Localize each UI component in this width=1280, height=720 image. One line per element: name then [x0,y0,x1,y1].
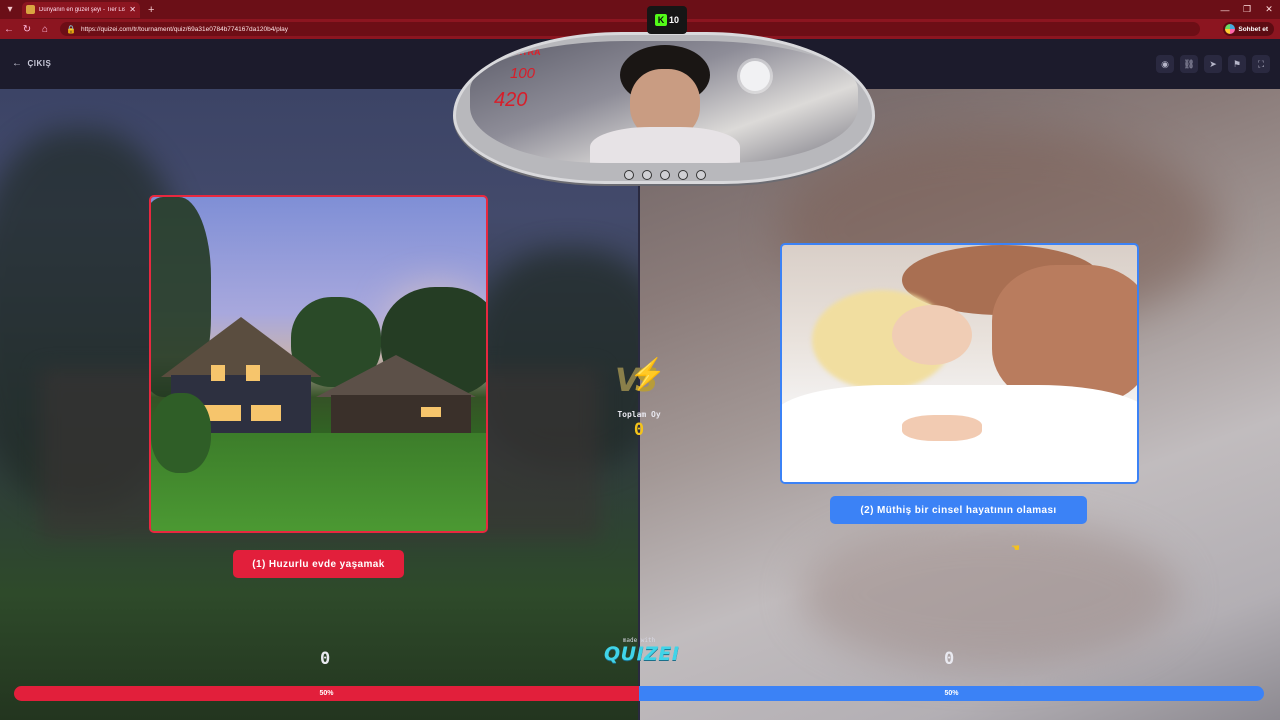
flag-icon[interactable]: ⚑ [1228,55,1246,73]
kick-count: 10 [668,15,679,25]
total-votes-label: Toplam Oy [617,410,661,419]
total-votes-value: 0 [633,420,645,440]
left-progress-fill: 50% [14,686,639,701]
chat-label: Sohbet et [1238,25,1268,33]
tab-title: Dünyanın en güzel şeyi - Tier List... [39,6,126,13]
maximize-icon[interactable]: ❐ [1236,0,1258,19]
arrow-left-icon: ← [12,58,23,69]
browser-tab[interactable]: Dünyanın en güzel şeyi - Tier List... ✕ [22,1,140,18]
crack-decoration-icon [740,61,770,91]
close-window-icon[interactable]: ✕ [1258,0,1280,19]
eye-icon[interactable]: ◉ [1156,55,1174,73]
vs-badge: VS ⚡ [615,358,667,399]
mirror-dots [624,170,706,180]
tab-menu-icon[interactable]: ▾ [2,2,18,18]
overlay-stat-big: 420 [494,89,528,111]
fullscreen-icon[interactable]: ⛶ [1252,55,1270,73]
new-tab-button[interactable]: + [148,4,154,16]
exit-button[interactable]: ← ÇIKIŞ [12,58,51,69]
option-left-label[interactable]: (1) Huzurlu evde yaşamak [233,550,404,578]
overlay-stat-top: EXTRA [510,47,541,57]
send-icon[interactable]: ➤ [1204,55,1222,73]
toolbar: ◉ ⛓ ➤ ⚑ ⛶ [1156,55,1270,73]
back-icon[interactable]: ← [0,24,18,35]
chat-button[interactable]: Sohbet et [1223,22,1274,36]
overlay-stat-mid: 100 [510,65,536,82]
url-text: https://quizei.com/tr/tournament/quiz/69… [80,25,289,33]
lightning-icon: ⚡ [629,358,667,391]
right-vote-count: 0 [944,649,955,669]
quizei-logo: QUIZEI [604,643,680,665]
copilot-icon [1225,24,1236,34]
minimize-icon[interactable]: — [1214,0,1236,19]
made-with-badge[interactable]: made with QUIZEI [604,637,680,665]
option-right-label[interactable]: (2) Müthiş bir cinsel hayatının olaması [830,496,1087,524]
left-vote-count: 0 [320,649,331,669]
tab-favicon-icon [26,5,35,14]
lock-icon[interactable]: 🔒 [66,25,76,34]
home-icon[interactable]: ⌂ [36,24,54,35]
browser-tabbar: ▾ Dünyanın en güzel şeyi - Tier List... … [0,0,1280,19]
reload-icon[interactable]: ↻ [18,24,36,35]
link-icon[interactable]: ⛓ [1180,55,1198,73]
pointer-cursor-icon: ☚ [1011,543,1020,554]
tab-close-icon[interactable]: ✕ [129,5,136,14]
streamer-webcam-overlay: EXTRA 100 420 [453,32,875,184]
option-left-card[interactable] [149,195,488,533]
webcam-feed: EXTRA 100 420 [470,41,858,163]
exit-label: ÇIKIŞ [27,59,52,68]
right-progress-fill: 50% [639,686,1264,701]
option-right-card[interactable] [780,243,1139,484]
window-controls: — ❐ ✕ [1214,0,1280,19]
kick-badge: K 10 [647,6,687,34]
kick-logo-icon: K [654,14,667,26]
vote-progress-bar: 50% 50% [14,686,1264,701]
